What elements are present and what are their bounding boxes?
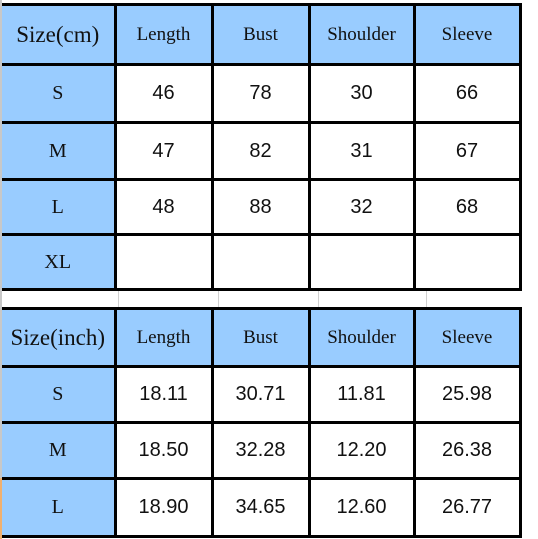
table-row: L 18.90 34.65 12.60 26.77 bbox=[2, 477, 522, 538]
bust-value: 34.65 bbox=[210, 477, 311, 538]
sleeve-value: 67 bbox=[412, 121, 522, 181]
table-separator bbox=[2, 291, 535, 307]
header-length: Length bbox=[113, 3, 214, 66]
header-bust: Bust bbox=[210, 307, 311, 368]
table-row: L 48 88 32 68 bbox=[2, 178, 522, 236]
header-bust: Bust bbox=[210, 3, 311, 66]
length-value: 48 bbox=[113, 178, 214, 236]
shoulder-value bbox=[307, 233, 416, 291]
table-row: M 47 82 31 67 bbox=[2, 121, 522, 181]
gridline bbox=[118, 291, 119, 307]
bust-value: 88 bbox=[210, 178, 311, 236]
bust-value: 82 bbox=[210, 121, 311, 181]
shoulder-value: 11.81 bbox=[307, 365, 416, 424]
header-shoulder: Shoulder bbox=[307, 3, 416, 66]
size-label: S bbox=[2, 63, 117, 124]
size-table-inch: Size(inch) Length Bust Shoulder Sleeve S… bbox=[2, 307, 522, 538]
sleeve-value: 26.77 bbox=[412, 477, 522, 538]
size-table-cm: Size(cm) Length Bust Shoulder Sleeve S 4… bbox=[2, 3, 522, 291]
sleeve-value: 26.38 bbox=[412, 421, 522, 480]
size-label: XL bbox=[2, 233, 117, 291]
shoulder-value: 30 bbox=[307, 63, 416, 124]
length-value: 18.50 bbox=[113, 421, 214, 480]
header-row: Size(cm) Length Bust Shoulder Sleeve bbox=[2, 3, 522, 66]
gridline bbox=[426, 291, 427, 307]
gridline bbox=[318, 291, 319, 307]
shoulder-value: 32 bbox=[307, 178, 416, 236]
sleeve-value: 66 bbox=[412, 63, 522, 124]
size-label: L bbox=[2, 178, 117, 236]
header-length: Length bbox=[113, 307, 214, 368]
size-label: M bbox=[2, 121, 117, 181]
table-row: XL bbox=[2, 233, 522, 291]
length-value: 46 bbox=[113, 63, 214, 124]
header-shoulder: Shoulder bbox=[307, 307, 416, 368]
length-value: 47 bbox=[113, 121, 214, 181]
bust-value bbox=[210, 233, 311, 291]
gridline bbox=[218, 291, 219, 307]
sleeve-value: 25.98 bbox=[412, 365, 522, 424]
header-sleeve: Sleeve bbox=[412, 3, 522, 66]
size-label: M bbox=[2, 421, 117, 480]
bust-value: 78 bbox=[210, 63, 311, 124]
table-row: M 18.50 32.28 12.20 26.38 bbox=[2, 421, 522, 480]
length-value: 18.11 bbox=[113, 365, 214, 424]
header-row: Size(inch) Length Bust Shoulder Sleeve bbox=[2, 307, 522, 368]
length-value bbox=[113, 233, 214, 291]
header-size: Size(inch) bbox=[2, 307, 117, 368]
table-row: S 18.11 30.71 11.81 25.98 bbox=[2, 365, 522, 424]
size-label: L bbox=[2, 477, 117, 538]
bust-value: 30.71 bbox=[210, 365, 311, 424]
shoulder-value: 31 bbox=[307, 121, 416, 181]
shoulder-value: 12.60 bbox=[307, 477, 416, 538]
sleeve-value bbox=[412, 233, 522, 291]
length-value: 18.90 bbox=[113, 477, 214, 538]
sleeve-value: 68 bbox=[412, 178, 522, 236]
header-sleeve: Sleeve bbox=[412, 307, 522, 368]
shoulder-value: 12.20 bbox=[307, 421, 416, 480]
bust-value: 32.28 bbox=[210, 421, 311, 480]
header-size: Size(cm) bbox=[2, 3, 117, 66]
table-row: S 46 78 30 66 bbox=[2, 63, 522, 124]
size-label: S bbox=[2, 365, 117, 424]
